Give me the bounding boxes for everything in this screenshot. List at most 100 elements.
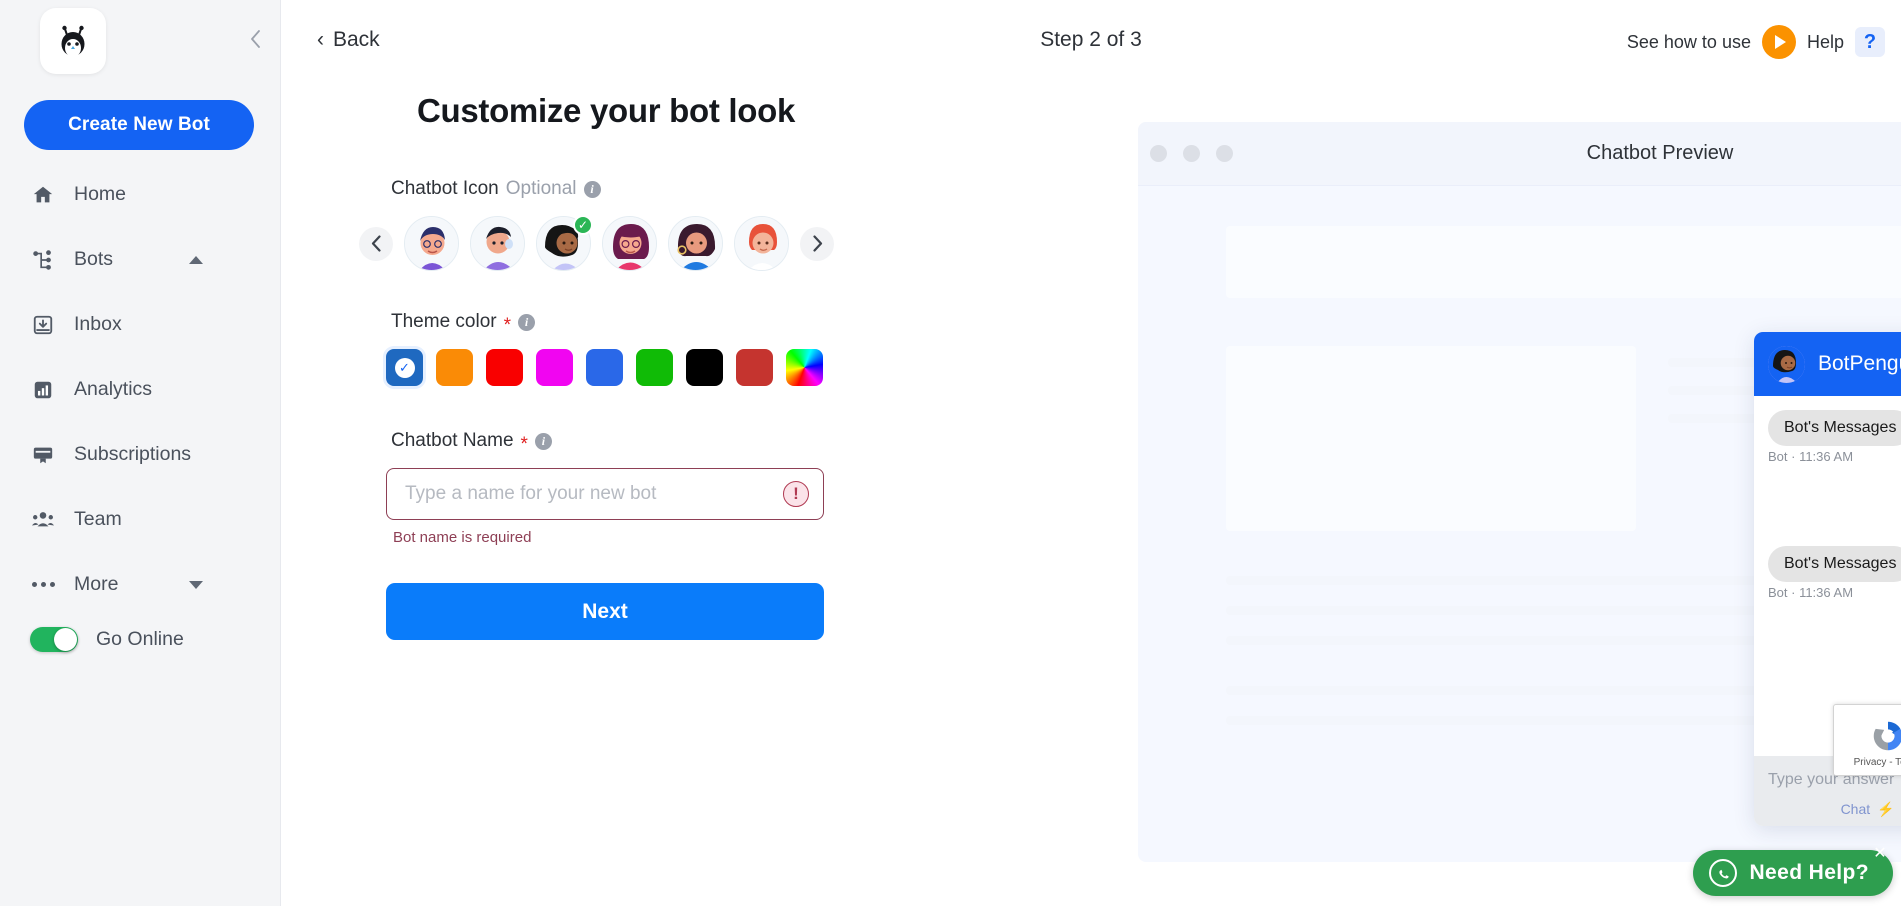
- sidebar-item-label: Inbox: [74, 313, 122, 336]
- chatbot-icon-label-row: Chatbot Icon Optional i: [341, 178, 871, 200]
- color-swatch-green[interactable]: [636, 349, 673, 386]
- sidebar-collapse-button[interactable]: [244, 28, 266, 50]
- whatsapp-icon: [1709, 859, 1737, 887]
- sidebar-item-label: Subscriptions: [74, 443, 191, 466]
- chevron-left-icon: [249, 29, 262, 49]
- next-button[interactable]: Next: [386, 583, 824, 640]
- chat-message-meta: Bot · 11:36 AM: [1768, 449, 1901, 464]
- chat-message-meta: Bot · 11:36 AM: [1768, 517, 1901, 532]
- recaptcha-badge[interactable]: Privacy - Terms: [1833, 704, 1901, 776]
- sidebar-nav: Home Bots: [0, 162, 281, 617]
- avatar-option[interactable]: [602, 216, 657, 271]
- sidebar-item-label: Team: [74, 508, 122, 531]
- chat-message-user: User's Reply Bot · 11:36 AM: [1768, 478, 1901, 532]
- create-new-bot-button[interactable]: Create New Bot: [24, 100, 254, 150]
- chat-message-bot: Bot's Messages Bot · 11:36 AM: [1768, 546, 1901, 600]
- theme-color-swatches: ✓: [341, 349, 871, 386]
- play-icon[interactable]: [1762, 25, 1796, 59]
- avatar-image: [735, 217, 788, 270]
- help-question-button[interactable]: ?: [1855, 27, 1885, 57]
- chat-message-user: User's Reply Bot · 11:36 AM: [1768, 614, 1901, 668]
- chatbot-name-label-row: Chatbot Name * i: [341, 430, 871, 452]
- color-swatch-magenta[interactable]: [536, 349, 573, 386]
- bolt-icon: ⚡: [1877, 801, 1894, 817]
- check-icon: ✓: [573, 215, 593, 235]
- sidebar-item-inbox[interactable]: Inbox: [0, 292, 281, 357]
- sidebar-item-bots[interactable]: Bots: [0, 227, 281, 292]
- chat-widget-messages: Bot's Messages Bot · 11:36 AM User's Rep…: [1754, 396, 1901, 756]
- see-how-to-use-link[interactable]: See how to use: [1627, 32, 1751, 53]
- go-online-toggle[interactable]: Go Online: [30, 627, 184, 652]
- required-asterisk: *: [504, 316, 511, 335]
- home-icon: [30, 182, 56, 208]
- chat-widget-header: BotPenguin ✕: [1754, 332, 1901, 396]
- botpenguin-logo-icon: [53, 21, 93, 61]
- need-help-widget[interactable]: Need Help? ✕: [1693, 850, 1893, 896]
- avatar-option[interactable]: [470, 216, 525, 271]
- color-swatch-brick-red[interactable]: [736, 349, 773, 386]
- chevron-up-icon[interactable]: [189, 256, 203, 264]
- chevron-down-icon[interactable]: [189, 581, 203, 589]
- sidebar-item-label: Home: [74, 183, 126, 206]
- avatar-prev-button[interactable]: [359, 227, 393, 261]
- color-swatch-orange[interactable]: [436, 349, 473, 386]
- avatar-image: [471, 217, 524, 270]
- color-swatch-red[interactable]: [486, 349, 523, 386]
- optional-tag: Optional: [506, 178, 577, 200]
- subscriptions-icon: [30, 442, 56, 468]
- info-icon[interactable]: i: [518, 314, 535, 331]
- sidebar-item-home[interactable]: Home: [0, 162, 281, 227]
- help-link[interactable]: Help: [1807, 32, 1844, 53]
- avatar-option[interactable]: [668, 216, 723, 271]
- preview-window-bar: Chatbot Preview: [1138, 122, 1901, 186]
- team-icon: [30, 507, 56, 533]
- chatbot-name-input-box[interactable]: !: [386, 468, 824, 520]
- need-help-label: Need Help?: [1749, 861, 1869, 885]
- app-root: Create New Bot Home Bots: [0, 0, 1901, 906]
- chat-bubble: Bot's Messages: [1768, 410, 1901, 446]
- toggle-switch[interactable]: [30, 627, 78, 652]
- main-content: ‹ Back Step 2 of 3 See how to use Help ?…: [281, 0, 1901, 906]
- info-icon[interactable]: i: [584, 181, 601, 198]
- footer-chat-label: Chat: [1841, 801, 1871, 817]
- avatar-image: [669, 217, 722, 270]
- chat-message-bot: Bot's Messages Bot · 11:36 AM: [1768, 410, 1901, 464]
- color-swatch-blue-selected[interactable]: ✓: [386, 349, 423, 386]
- chat-message-meta: Bot · 11:36 AM: [1768, 585, 1901, 600]
- bots-network-icon: [30, 247, 56, 273]
- color-swatch-royal-blue[interactable]: [586, 349, 623, 386]
- recaptcha-privacy-terms[interactable]: Privacy - Terms: [1854, 757, 1901, 768]
- chevron-right-icon: [812, 235, 823, 252]
- recaptcha-icon: [1869, 717, 1901, 755]
- chat-widget-footer: Chat ⚡ by BotPenguin: [1768, 801, 1901, 818]
- avatar-carousel: ✓: [341, 216, 871, 271]
- avatar-option[interactable]: [734, 216, 789, 271]
- sidebar: Create New Bot Home Bots: [0, 0, 281, 906]
- sidebar-item-analytics[interactable]: Analytics: [0, 357, 281, 422]
- go-online-label: Go Online: [96, 628, 184, 651]
- avatar-image: [603, 217, 656, 270]
- info-icon[interactable]: i: [535, 433, 552, 450]
- avatar-option[interactable]: [404, 216, 459, 271]
- sidebar-item-team[interactable]: Team: [0, 487, 281, 552]
- close-icon[interactable]: ✕: [1871, 844, 1889, 862]
- chat-widget-bot-name: BotPenguin: [1818, 352, 1901, 376]
- inbox-icon: [30, 312, 56, 338]
- avatar-next-button[interactable]: [800, 227, 834, 261]
- chatbot-name-field-wrap: ! Bot name is required: [341, 468, 871, 546]
- toggle-knob: [54, 628, 77, 651]
- preview-title: Chatbot Preview: [1138, 142, 1901, 165]
- more-dots-icon: [30, 572, 56, 598]
- color-swatch-black[interactable]: [686, 349, 723, 386]
- required-asterisk: *: [521, 435, 528, 454]
- chatbot-icon-label: Chatbot Icon: [391, 178, 499, 200]
- sidebar-item-subscriptions[interactable]: Subscriptions: [0, 422, 281, 487]
- color-swatch-rainbow-picker[interactable]: [786, 349, 823, 386]
- page-title: Customize your bot look: [341, 92, 871, 130]
- chatbot-name-input[interactable]: [405, 469, 783, 519]
- sidebar-item-more[interactable]: More: [0, 552, 281, 617]
- chevron-left-icon: [371, 235, 382, 252]
- avatar-option-selected[interactable]: ✓: [536, 216, 591, 271]
- sidebar-item-label: Analytics: [74, 378, 152, 401]
- app-logo[interactable]: [40, 8, 106, 74]
